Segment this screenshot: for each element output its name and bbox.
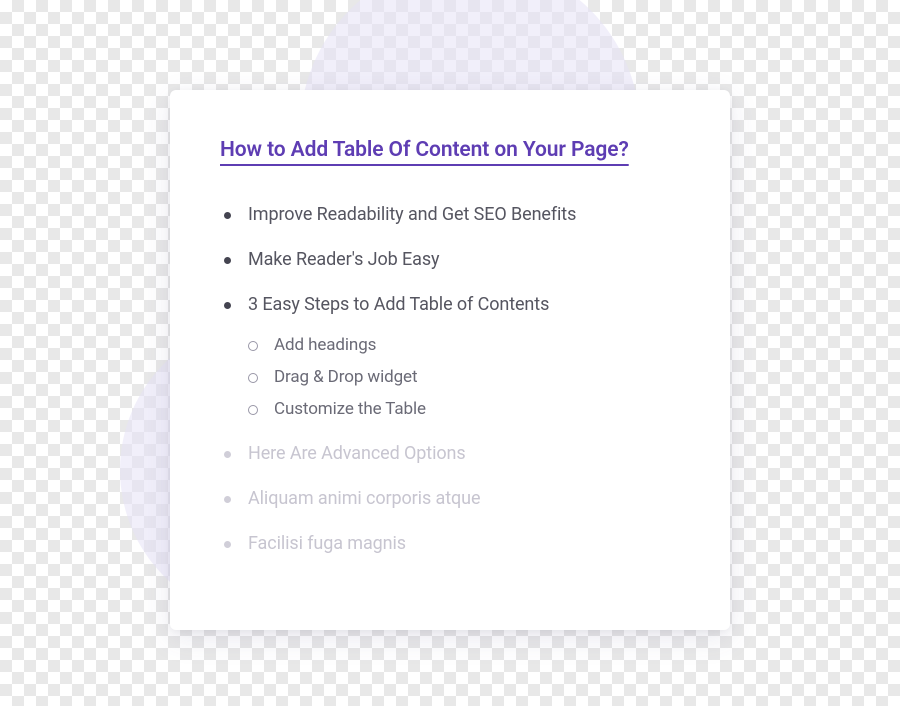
toc-item[interactable]: Here Are Advanced Options <box>220 443 680 464</box>
toc-sub-item-label: Customize the Table <box>274 399 426 419</box>
toc-card: How to Add Table Of Content on Your Page… <box>170 90 730 630</box>
toc-item-label: Make Reader's Job Easy <box>248 249 439 270</box>
toc-item[interactable]: Improve Readability and Get SEO Benefits <box>220 204 680 225</box>
toc-item-label: 3 Easy Steps to Add Table of Contents <box>248 294 549 315</box>
toc-list: Improve Readability and Get SEO Benefits… <box>220 204 680 554</box>
toc-item-label: Here Are Advanced Options <box>248 443 466 464</box>
card-title: How to Add Table Of Content on Your Page… <box>220 138 680 162</box>
toc-item[interactable]: Facilisi fuga magnis <box>220 533 680 554</box>
toc-sub-item[interactable]: Customize the Table <box>248 399 680 419</box>
toc-item-label: Aliquam animi corporis atque <box>248 488 480 509</box>
toc-sub-item[interactable]: Drag & Drop widget <box>248 367 680 387</box>
toc-item-label: Facilisi fuga magnis <box>248 533 406 554</box>
toc-item-label: Improve Readability and Get SEO Benefits <box>248 204 576 225</box>
toc-sub-item-label: Add headings <box>274 335 376 355</box>
toc-sub-item[interactable]: Add headings <box>248 335 680 355</box>
toc-item[interactable]: Make Reader's Job Easy <box>220 249 680 270</box>
toc-item[interactable]: Aliquam animi corporis atque <box>220 488 680 509</box>
toc-item[interactable]: 3 Easy Steps to Add Table of Contents Ad… <box>220 294 680 419</box>
toc-sub-item-label: Drag & Drop widget <box>274 367 417 387</box>
toc-sub-list: Add headings Drag & Drop widget Customiz… <box>248 335 680 419</box>
